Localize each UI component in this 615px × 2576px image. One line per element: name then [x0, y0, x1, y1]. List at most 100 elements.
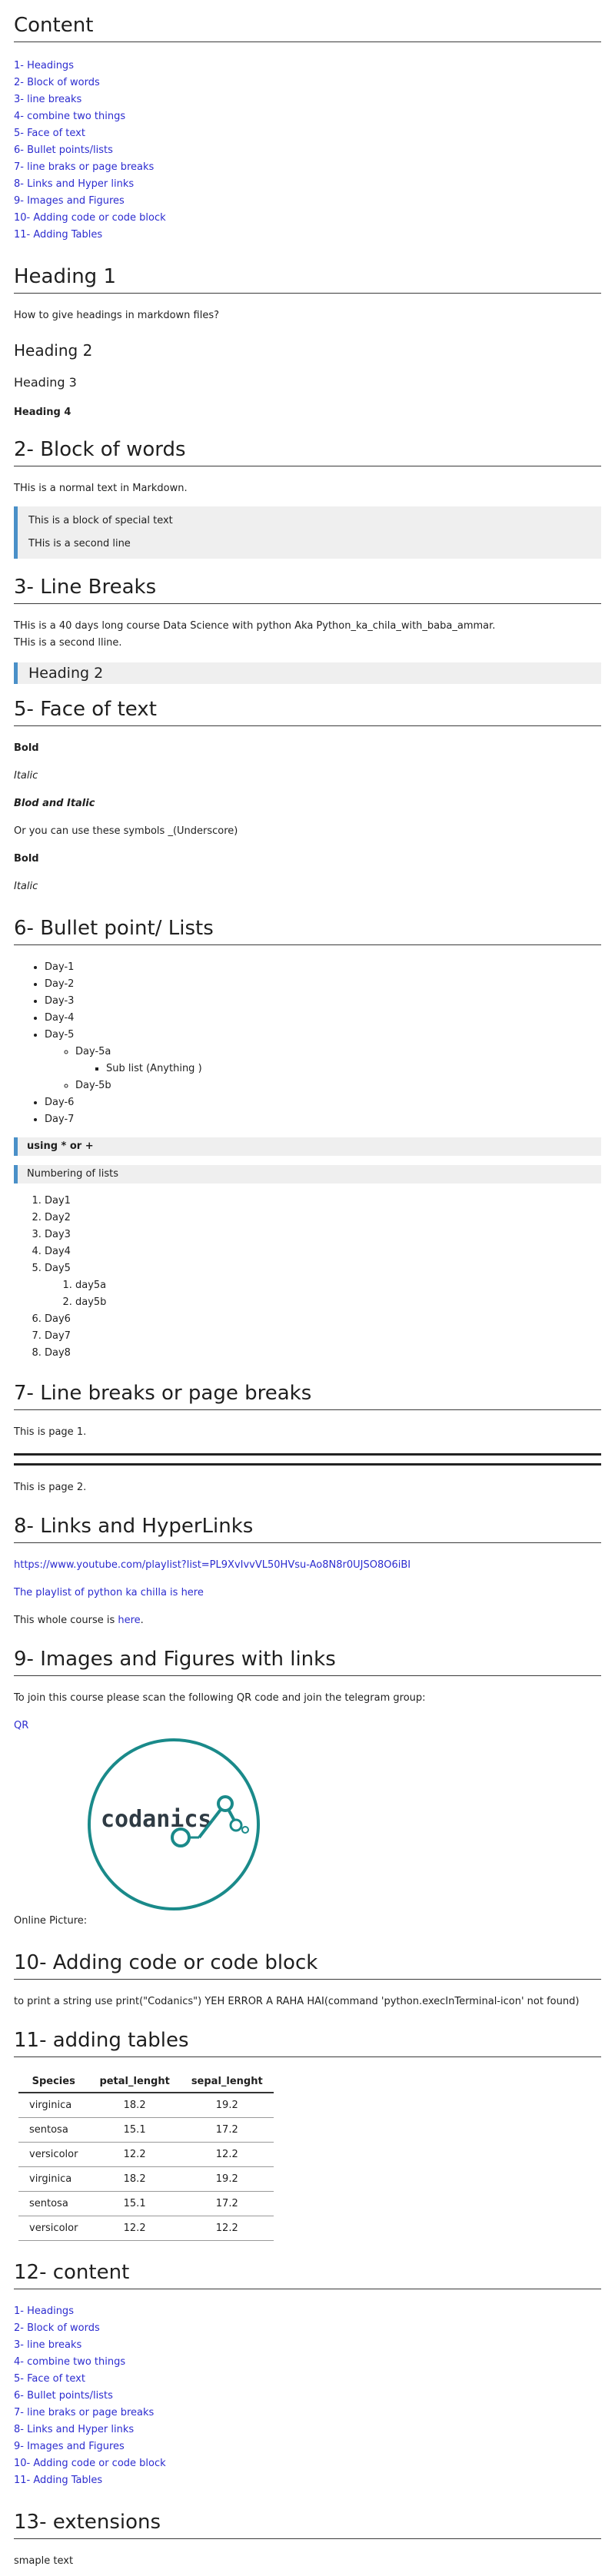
- heading-4: Heading 4: [14, 407, 71, 418]
- toc-link[interactable]: 10- Adding code or code block: [14, 2455, 601, 2472]
- list-item-label: Day-5a: [75, 1046, 111, 1057]
- table-row: virginica 18.2 19.2: [18, 2093, 274, 2118]
- list-item: Day2: [45, 1210, 601, 1227]
- nested-list: Day-5a Sub list (Anything ) Day-5b: [45, 1044, 601, 1094]
- toc-link[interactable]: 11- Adding Tables: [14, 227, 601, 244]
- links-title: 8- Links and HyperLinks: [14, 1501, 601, 1543]
- column-header: petal_lenght: [88, 2071, 181, 2093]
- table-cell: 17.2: [180, 2117, 274, 2143]
- heading-3: Heading 3: [14, 375, 77, 390]
- bullets-title: 6- Bullet point/ Lists: [14, 903, 601, 945]
- page-1-text: This is page 1.: [14, 1426, 87, 1438]
- table-cell: 19.2: [180, 2166, 274, 2192]
- list-item: Day3: [45, 1227, 601, 1243]
- toc-link[interactable]: 11- Adding Tables: [14, 2472, 601, 2489]
- quote-line-2: THis is a second line: [28, 538, 131, 549]
- table-cell: sentosa: [18, 2191, 89, 2216]
- content2-list: 1- Headings 2- Block of words 3- line brea…: [14, 2303, 601, 2489]
- list-item: Day1: [45, 1193, 601, 1210]
- toc-link[interactable]: 8- Links and Hyper links: [14, 2422, 601, 2438]
- pagebreaks-title: 7- Line breaks or page breaks: [14, 1368, 601, 1410]
- code-text: to print a string use print("Codanics") …: [14, 1996, 580, 2007]
- toc-link[interactable]: 1- Headings: [14, 58, 601, 75]
- toc-link[interactable]: 8- Links and Hyper links: [14, 176, 601, 193]
- nested-numbered-list: day5a day5b: [45, 1277, 601, 1311]
- table-cell: 12.2: [88, 2142, 181, 2167]
- list-item: Day-2: [45, 976, 601, 993]
- list-item-label: Day-5: [45, 1029, 75, 1041]
- online-picture-label: Online Picture:: [14, 1915, 88, 1927]
- toc-link[interactable]: 7- line braks or page breaks: [14, 2405, 601, 2422]
- list-item: Day-7: [45, 1111, 601, 1128]
- playlist-url-link[interactable]: https://www.youtube.com/playlist?list=PL…: [14, 1559, 411, 1571]
- toc-link[interactable]: 3- line breaks: [14, 2337, 601, 2354]
- course-link-line: This whole course is here.: [14, 1612, 601, 1629]
- toc-link[interactable]: 5- Face of text: [14, 125, 601, 142]
- extensions-title: 13- extensions: [14, 2497, 601, 2539]
- content2-title: 12- content: [14, 2247, 601, 2289]
- toc-link[interactable]: 6- Bullet points/lists: [14, 142, 601, 159]
- list-item: Day-5a Sub list (Anything ): [75, 1044, 601, 1077]
- table-cell: versicolor: [18, 2216, 89, 2241]
- list-item: Day6: [45, 1311, 601, 1328]
- face-title: 5- Face of text: [14, 684, 601, 726]
- toc-link[interactable]: 9- Images and Figures: [14, 193, 601, 210]
- headings-question: How to give headings in markdown files?: [14, 310, 219, 321]
- table-row: virginica 18.2 19.2: [18, 2166, 274, 2192]
- toc-link[interactable]: 6- Bullet points/lists: [14, 2388, 601, 2405]
- list-item: Day7: [45, 1328, 601, 1345]
- heading-1: Heading 1: [14, 251, 601, 294]
- table-row: sentosa 15.1 17.2: [18, 2117, 274, 2143]
- toc-link[interactable]: 5- Face of text: [14, 2371, 601, 2388]
- markdown-preview: Content 1- Headings 2- Block of words 3- l…: [0, 0, 615, 2570]
- table-cell: 19.2: [180, 2093, 274, 2118]
- list-item: Sub list (Anything ): [106, 1061, 601, 1077]
- toc-list: 1- Headings 2- Block of words 3- line brea…: [14, 58, 601, 244]
- list-item: Day-6: [45, 1094, 601, 1111]
- list-item: day5a: [75, 1277, 601, 1294]
- table-cell: 12.2: [180, 2142, 274, 2167]
- toc-link[interactable]: 3- line breaks: [14, 91, 601, 108]
- heading-2: Heading 2: [14, 341, 93, 360]
- table-cell: sentosa: [18, 2117, 89, 2143]
- table-body: virginica 18.2 19.2 sentosa 15.1 17.2 versicol…: [18, 2093, 274, 2241]
- qr-link[interactable]: QR: [14, 1720, 28, 1731]
- bullet-list: Day-1 Day-2 Day-3 Day-4 Day-5 Day-5a Sub…: [14, 959, 601, 1128]
- table-cell: 15.1: [88, 2117, 181, 2143]
- table-cell: 18.2: [88, 2093, 181, 2118]
- table-cell: 15.1: [88, 2191, 181, 2216]
- bold-text-2: Bold: [14, 853, 39, 865]
- list-item: Day-5 Day-5a Sub list (Anything ) Day-5b: [45, 1027, 601, 1094]
- logo-text: codanics: [101, 1806, 212, 1833]
- toc-link[interactable]: 4- combine two things: [14, 2354, 601, 2371]
- blockquote: This is a block of special text THis is …: [14, 506, 601, 559]
- toc-link[interactable]: 4- combine two things: [14, 108, 601, 125]
- underscore-note: Or you can use these symbols _(Underscor…: [14, 825, 238, 837]
- playlist-link[interactable]: The playlist of python ka chilla is here: [14, 1587, 204, 1598]
- italic-text-2: Italic: [14, 881, 38, 892]
- toc-link[interactable]: 2- Block of words: [14, 2320, 601, 2337]
- table-cell: 18.2: [88, 2166, 181, 2192]
- normal-text: THis is a normal text in Markdown.: [14, 483, 188, 494]
- toc-link[interactable]: 9- Images and Figures: [14, 2438, 601, 2455]
- quote-line-1: This is a block of special text: [28, 515, 173, 526]
- page-2-text: This is page 2.: [14, 1482, 87, 1493]
- toc-link[interactable]: 10- Adding code or code block: [14, 210, 601, 227]
- table-row: sentosa 15.1 17.2: [18, 2191, 274, 2216]
- column-header: sepal_lenght: [180, 2071, 274, 2093]
- course-text: This whole course is: [14, 1615, 118, 1626]
- images-title: 9- Images and Figures with links: [14, 1634, 601, 1676]
- toc-link[interactable]: 1- Headings: [14, 2303, 601, 2320]
- using-note: using * or +: [14, 1137, 601, 1156]
- toc-link[interactable]: 2- Block of words: [14, 75, 601, 91]
- quoted-heading: Heading 2: [14, 662, 601, 684]
- table-cell: versicolor: [18, 2142, 89, 2167]
- here-link[interactable]: here: [118, 1615, 140, 1626]
- nested-list: Sub list (Anything ): [75, 1061, 601, 1077]
- table-row: versicolor 12.2 12.2: [18, 2142, 274, 2167]
- bold-text: Bold: [14, 742, 39, 754]
- table-header-row: Species petal_lenght sepal_lenght: [18, 2071, 274, 2093]
- list-item: Day5 day5a day5b: [45, 1260, 601, 1311]
- toc-link[interactable]: 7- line braks or page breaks: [14, 159, 601, 176]
- course-period: .: [140, 1615, 144, 1626]
